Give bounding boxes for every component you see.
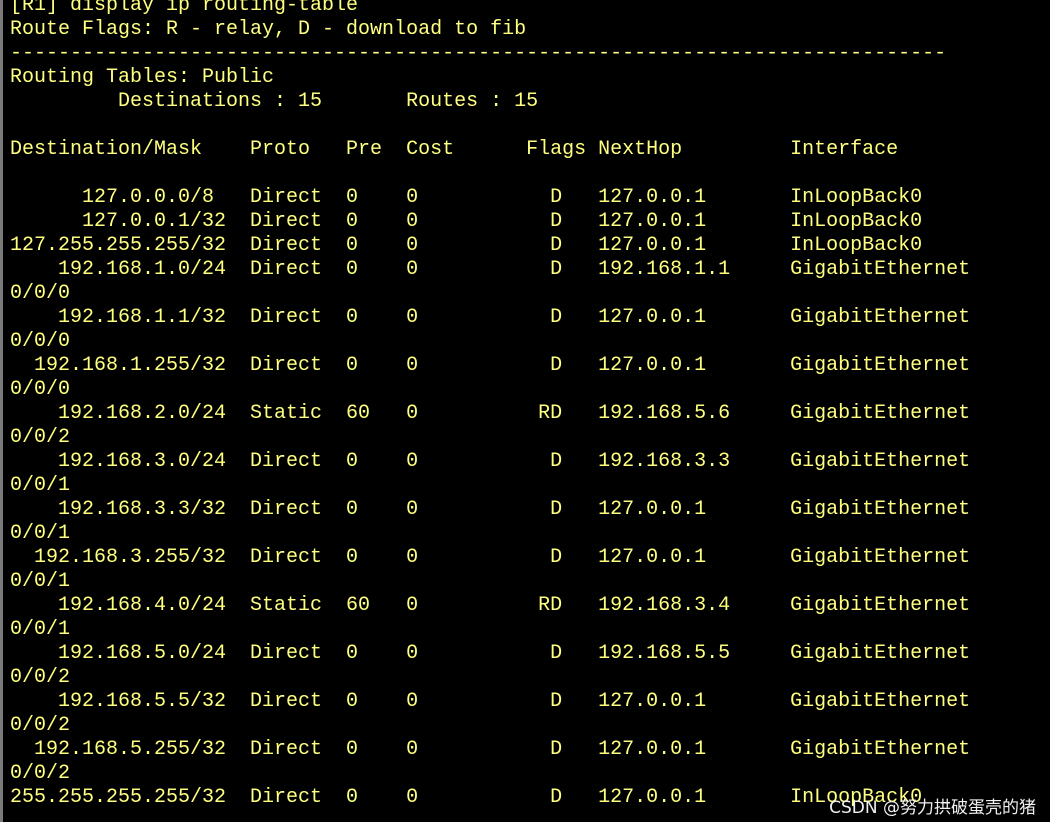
terminal-line: 0/0/0 bbox=[10, 282, 71, 305]
terminal-line: 192.168.1.1/32 Direct 0 0 D 127.0.0.1 Gi… bbox=[10, 306, 971, 329]
terminal-line: 192.168.3.255/32 Direct 0 0 D 127.0.0.1 … bbox=[10, 546, 971, 569]
terminal-line: Destination/Mask Proto Pre Cost Flags Ne… bbox=[10, 138, 899, 161]
terminal-line: 0/0/1 bbox=[10, 522, 71, 545]
terminal-line: 192.168.3.3/32 Direct 0 0 D 127.0.0.1 Gi… bbox=[10, 498, 971, 521]
terminal-line: 192.168.2.0/24 Static 60 0 RD 192.168.5.… bbox=[10, 402, 971, 425]
terminal-line: 192.168.1.255/32 Direct 0 0 D 127.0.0.1 … bbox=[10, 354, 971, 377]
terminal-line: [R1] display ip routing-table bbox=[10, 0, 359, 17]
terminal-line: 0/0/1 bbox=[10, 570, 71, 593]
terminal-line: 192.168.5.0/24 Direct 0 0 D 192.168.5.5 … bbox=[10, 642, 971, 665]
terminal-line: 0/0/1 bbox=[10, 474, 71, 497]
terminal-line: 0/0/2 bbox=[10, 426, 71, 449]
terminal-line: 0/0/0 bbox=[10, 378, 71, 401]
terminal-line: Routing Tables: Public bbox=[10, 66, 275, 89]
terminal-line: 0/0/2 bbox=[10, 762, 71, 785]
terminal-line: ----------------------------------------… bbox=[10, 42, 947, 65]
terminal-line: 0/0/2 bbox=[10, 714, 71, 737]
terminal-line: 127.255.255.255/32 Direct 0 0 D 127.0.0.… bbox=[10, 234, 923, 257]
terminal-line: 0/0/0 bbox=[10, 330, 71, 353]
terminal-line: 192.168.4.0/24 Static 60 0 RD 192.168.3.… bbox=[10, 594, 971, 617]
terminal-line: 0/0/1 bbox=[10, 618, 71, 641]
terminal-line: Route Flags: R - relay, D - download to … bbox=[10, 18, 527, 41]
terminal-line: 0/0/2 bbox=[10, 666, 71, 689]
terminal-line: 192.168.3.0/24 Direct 0 0 D 192.168.3.3 … bbox=[10, 450, 971, 473]
terminal-line: 127.0.0.0/8 Direct 0 0 D 127.0.0.1 InLoo… bbox=[10, 186, 923, 209]
csdn-watermark: CSDN @努力拱破蛋壳的猪 bbox=[829, 798, 1036, 818]
terminal-line: 127.0.0.1/32 Direct 0 0 D 127.0.0.1 InLo… bbox=[10, 210, 923, 233]
terminal-output[interactable]: [R1] display ip routing-table Route Flags… bbox=[10, 0, 1050, 822]
terminal-line: Destinations : 15 Routes : 15 bbox=[10, 90, 539, 113]
terminal-line: 192.168.5.5/32 Direct 0 0 D 127.0.0.1 Gi… bbox=[10, 690, 971, 713]
terminal-line: 192.168.5.255/32 Direct 0 0 D 127.0.0.1 … bbox=[10, 738, 971, 761]
window-left-border bbox=[0, 0, 3, 822]
terminal-line: 192.168.1.0/24 Direct 0 0 D 192.168.1.1 … bbox=[10, 258, 971, 281]
